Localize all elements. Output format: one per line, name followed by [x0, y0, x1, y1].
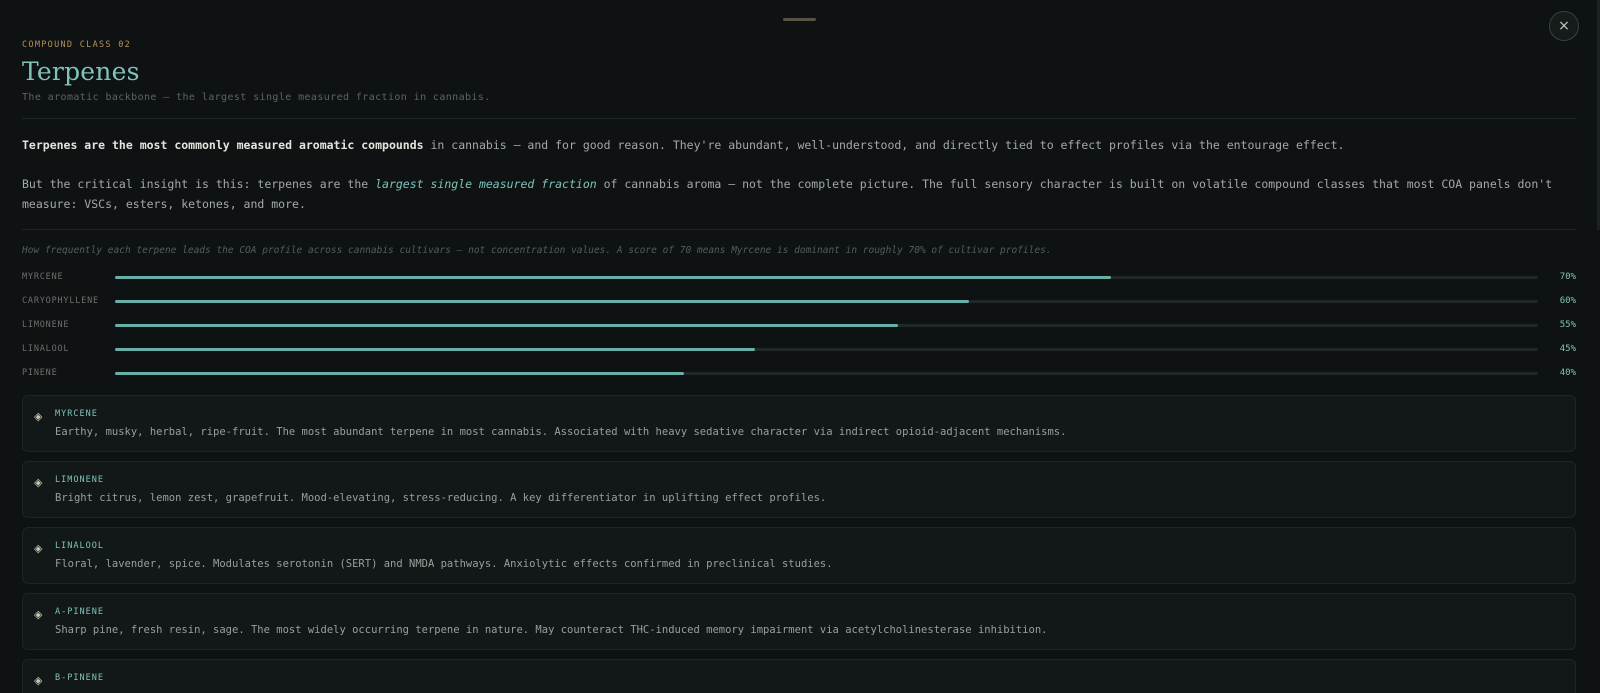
- terpene-card-name: A-PINENE: [55, 607, 104, 617]
- chart-bar: [115, 347, 756, 351]
- terpene-frequency-chart: MYRCENE 70% CARYOPHYLLENE 60% LIMONENE 55% LIN…: [22, 265, 1576, 385]
- diamond-icon: ◈: [34, 476, 43, 489]
- terpene-card[interactable]: ◈ A-PINENE Sharp pine, fresh resin, sage. …: [22, 593, 1576, 650]
- terpenes-panel: × COMPOUND CLASS 02 Terpenes The aromati…: [0, 0, 1600, 693]
- chart-value-label: 45%: [1559, 344, 1576, 354]
- chart-value-label: 60%: [1559, 296, 1576, 306]
- intro-paragraph-2: But the critical insight is this: terpen…: [22, 174, 1576, 214]
- terpene-card-description: Earthy, musky, herbal, ripe-fruit. The m…: [55, 426, 1067, 438]
- divider: [22, 229, 1576, 230]
- panel-content: COMPOUND CLASS 02 Terpenes The aromatic …: [22, 40, 1576, 693]
- compound-class-label: COMPOUND CLASS 02: [22, 40, 132, 50]
- terpene-cards: ◈ MYRCENE Earthy, musky, herbal, ripe-frui…: [22, 395, 1576, 693]
- chart-bar-row: LINALOOL 45%: [22, 337, 1576, 361]
- diamond-icon: ◈: [34, 674, 43, 687]
- terpene-card[interactable]: ◈ MYRCENE Earthy, musky, herbal, ripe-frui…: [22, 395, 1576, 452]
- diamond-icon: ◈: [34, 542, 43, 555]
- chart-value-label: 70%: [1559, 272, 1576, 282]
- intro-p1-rest: in cannabis — and for good reason. They'…: [423, 138, 1345, 152]
- terpene-card-description: Floral, lavender, spice. Modulates serot…: [55, 558, 833, 570]
- chart-value-label: 40%: [1559, 368, 1576, 378]
- chart-bar: [115, 299, 969, 303]
- chart-bar-track: [115, 371, 1538, 375]
- drag-handle[interactable]: [783, 18, 816, 21]
- chart-category-label: LIMONENE: [22, 320, 70, 330]
- terpene-card-name: LINALOOL: [55, 541, 104, 551]
- intro-text: Terpenes are the most commonly measured …: [22, 135, 1576, 214]
- close-button[interactable]: ×: [1549, 11, 1579, 41]
- chart-category-label: PINENE: [22, 368, 58, 378]
- chart-bar-track: [115, 323, 1538, 327]
- chart-bar-track: [115, 347, 1538, 351]
- close-icon: ×: [1558, 18, 1570, 34]
- diamond-icon: ◈: [34, 608, 43, 621]
- diamond-icon: ◈: [34, 410, 43, 423]
- chart-category-label: CARYOPHYLLENE: [22, 296, 99, 306]
- chart-bar: [115, 275, 1112, 279]
- chart-bar-track: [115, 275, 1538, 279]
- terpene-card-name: MYRCENE: [55, 409, 98, 419]
- chart-bar-row: PINENE 40%: [22, 361, 1576, 385]
- terpene-card-description: Sharp pine, fresh resin, sage. The most …: [55, 624, 1048, 636]
- terpene-card-name: B-PINENE: [55, 673, 104, 683]
- chart-bar-row: LIMONENE 55%: [22, 313, 1576, 337]
- terpene-card-name: LIMONENE: [55, 475, 104, 485]
- intro-bold: Terpenes are the most commonly measured …: [22, 138, 424, 152]
- page-subtitle: The aromatic backbone — the largest sing…: [22, 92, 491, 103]
- terpene-card[interactable]: ◈ LINALOOL Floral, lavender, spice. Modula…: [22, 527, 1576, 584]
- terpene-card-description: Bright citrus, lemon zest, grapefruit. M…: [55, 492, 827, 504]
- chart-bar-row: MYRCENE 70%: [22, 265, 1576, 289]
- chart-value-label: 55%: [1559, 320, 1576, 330]
- page-title: Terpenes: [22, 57, 140, 86]
- chart-bar-row: CARYOPHYLLENE 60%: [22, 289, 1576, 313]
- intro-p2-start: But the critical insight is this: terpen…: [22, 177, 376, 191]
- chart-bar: [115, 371, 685, 375]
- terpene-card[interactable]: ◈ LIMONENE Bright citrus, lemon zest, grap…: [22, 461, 1576, 518]
- chart-category-label: MYRCENE: [22, 272, 64, 282]
- intro-paragraph-1: Terpenes are the most commonly measured …: [22, 135, 1576, 155]
- chart-caption: How frequently each terpene leads the CO…: [22, 245, 1052, 256]
- divider: [22, 118, 1576, 119]
- terpene-card[interactable]: ◈ B-PINENE: [22, 659, 1576, 693]
- chart-bar: [115, 323, 898, 327]
- chart-bar-track: [115, 299, 1538, 303]
- chart-category-label: LINALOOL: [22, 344, 70, 354]
- intro-emphasis: largest single measured fraction: [375, 177, 597, 191]
